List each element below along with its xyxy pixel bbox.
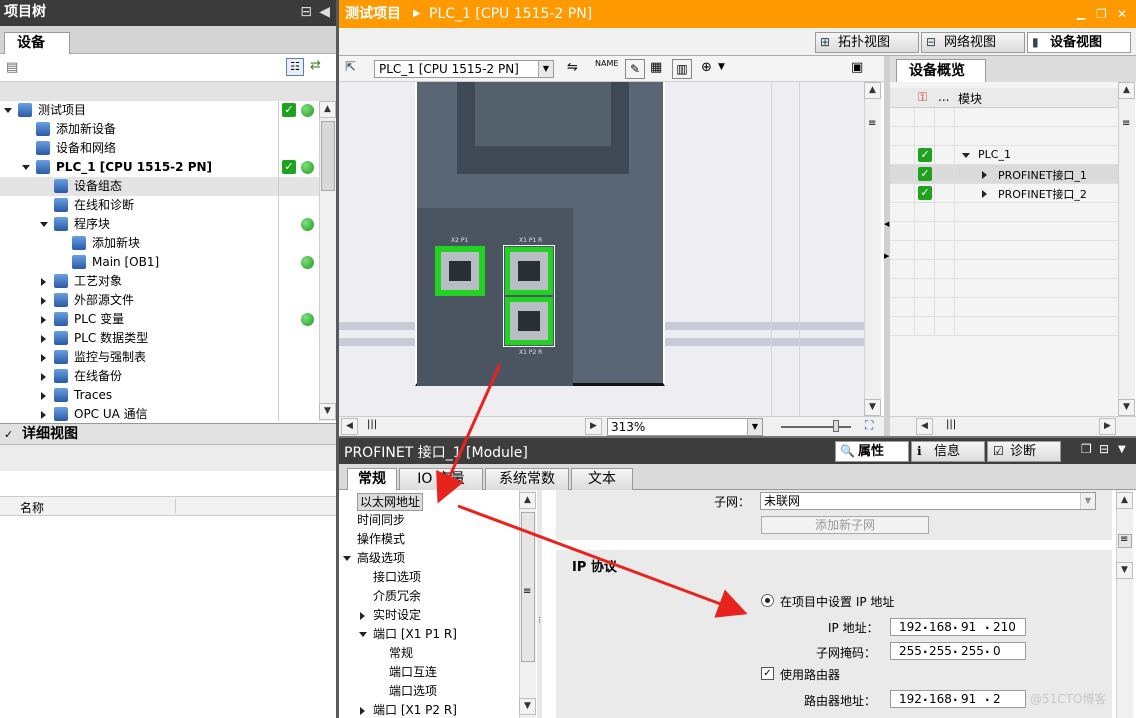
annotation-arrows [436,363,748,618]
arrow-ethernet-to-ip [457,504,748,618]
arrow-port-to-tab [436,363,502,504]
